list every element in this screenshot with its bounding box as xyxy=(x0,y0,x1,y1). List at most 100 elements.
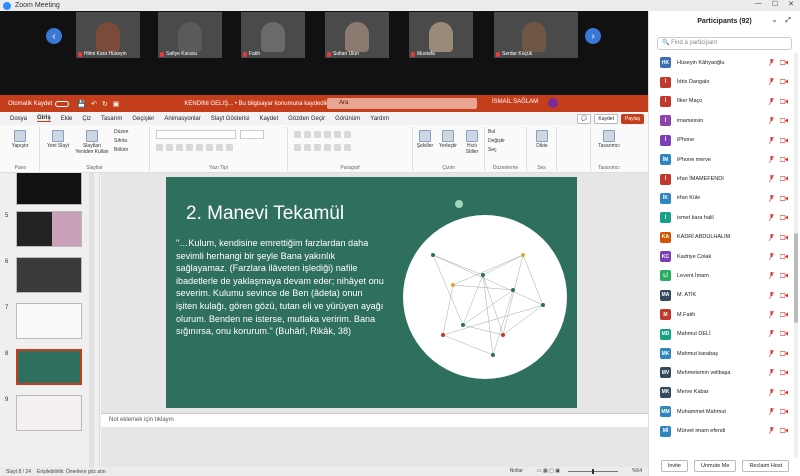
tab-slayt-gosterisi[interactable]: Slayt Gösterisi xyxy=(211,116,250,122)
video-tile-1[interactable]: Hilmi Kara Hüseyin xyxy=(76,12,140,58)
layout-button[interactable]: Düzen xyxy=(114,129,128,135)
list-item[interactable]: İ İdris Dangalo xyxy=(649,72,800,91)
autosave-toggle[interactable] xyxy=(55,100,70,107)
muted-mic-icon[interactable] xyxy=(769,388,774,396)
slide-body[interactable]: "…Kulum, kendisine emrettiğim farzlardan… xyxy=(176,237,386,338)
list-item[interactable]: İK irfan Küle xyxy=(649,189,800,208)
muted-mic-icon[interactable] xyxy=(769,214,774,222)
thumbnail-scrollbar[interactable] xyxy=(89,173,94,467)
reset-button[interactable]: Sıfırla xyxy=(114,138,127,144)
align-buttons[interactable] xyxy=(294,144,351,151)
tab-gozden-gecir[interactable]: Gözden Geçir xyxy=(288,116,325,122)
slide-thumbnail[interactable] xyxy=(16,173,82,205)
list-item[interactable]: İirfan İMAMEFENDI xyxy=(649,169,800,188)
list-item[interactable]: İismet kara halil xyxy=(649,208,800,227)
video-off-icon[interactable] xyxy=(780,389,788,395)
font-format-buttons[interactable] xyxy=(156,144,233,151)
muted-mic-icon[interactable] xyxy=(769,117,774,125)
list-item[interactable]: KC Kadriye Colak xyxy=(649,247,800,266)
video-off-icon[interactable] xyxy=(780,118,788,123)
slide-thumbnail[interactable] xyxy=(16,211,82,247)
list-item[interactable]: MD Mahmut DELİ xyxy=(649,324,800,343)
list-item[interactable]: M M.Fatih xyxy=(649,305,800,324)
list-item[interactable]: Mİ Mürvet imam efendi xyxy=(649,421,800,440)
muted-mic-icon[interactable] xyxy=(769,369,774,377)
muted-mic-icon[interactable] xyxy=(769,78,774,86)
close-icon[interactable]: ✕ xyxy=(788,0,794,8)
find-button[interactable]: Bul xyxy=(488,129,495,135)
tab-yardim[interactable]: Yardım xyxy=(370,116,389,122)
video-off-icon[interactable] xyxy=(780,273,788,279)
list-item[interactable]: HK Hüseyin Kâhyaoğlu xyxy=(649,53,800,72)
maximize-icon[interactable]: ☐ xyxy=(772,0,778,8)
tab-kaydet[interactable]: Kaydet xyxy=(259,116,278,122)
video-off-icon[interactable] xyxy=(780,254,788,259)
muted-mic-icon[interactable] xyxy=(769,59,774,66)
video-tile-5[interactable]: Mustafa xyxy=(409,12,473,58)
list-item[interactable]: İ İlker Maço xyxy=(649,92,800,111)
list-item[interactable]: MA M. ATİK xyxy=(649,286,800,305)
panel-controls[interactable]: ⌄ ⤢ xyxy=(772,16,794,25)
designer-button[interactable]: Tasarımcı xyxy=(597,130,621,149)
section-button[interactable]: Bölüm xyxy=(114,147,128,153)
tab-ekle[interactable]: Ekle xyxy=(61,116,73,122)
search-input[interactable]: Ara xyxy=(327,98,477,109)
comments-button[interactable]: 💬 xyxy=(577,114,592,124)
prev-page-arrow-icon[interactable]: ‹ xyxy=(46,28,62,44)
new-slide-button[interactable]: Yeni Slayt xyxy=(46,130,70,149)
video-off-icon[interactable] xyxy=(780,370,788,376)
video-off-icon[interactable] xyxy=(780,176,788,182)
video-off-icon[interactable] xyxy=(780,409,788,414)
view-buttons[interactable]: ▭ ▦ ▢ ▣ xyxy=(537,468,560,474)
video-off-icon[interactable] xyxy=(780,331,788,337)
muted-mic-icon[interactable] xyxy=(769,291,774,299)
list-item[interactable]: MK Merve Kabar xyxy=(649,383,800,402)
muted-mic-icon[interactable] xyxy=(769,155,774,163)
slide-title[interactable]: 2. Manevi Tekamül xyxy=(186,203,344,225)
video-off-icon[interactable] xyxy=(780,312,788,317)
next-page-arrow-icon[interactable]: › xyxy=(585,28,601,44)
slide-thumbnail[interactable] xyxy=(16,303,82,339)
select-button[interactable]: Seç xyxy=(488,147,497,153)
document-title[interactable]: KENDINI GELIŞ... • Bu bilgisayar konumun… xyxy=(184,101,331,107)
accessibility-status[interactable]: Erişilebilirlik: Önerilere göz atın xyxy=(37,469,106,475)
list-item[interactable]: MK Mahmut karabaş xyxy=(649,344,800,363)
tab-gecisler[interactable]: Geçişler xyxy=(132,116,154,122)
video-tile-2[interactable]: Safiye Karasu xyxy=(158,12,222,58)
tab-ciz[interactable]: Çiz xyxy=(82,116,91,122)
list-item[interactable]: İimamessin xyxy=(649,111,800,130)
arrange-button[interactable]: Yerleştir xyxy=(437,130,459,149)
video-tile-3[interactable]: Fatih xyxy=(241,12,305,58)
quick-access-icons[interactable]: 💾↶↻▣ xyxy=(77,100,124,108)
list-item[interactable]: MM Muhammet Mahmut xyxy=(649,402,800,421)
video-off-icon[interactable] xyxy=(780,157,788,162)
dictate-button[interactable]: Dikte xyxy=(531,130,553,149)
shapes-button[interactable]: Şekiller xyxy=(415,130,435,149)
participant-scrollbar[interactable] xyxy=(794,53,798,458)
muted-mic-icon[interactable] xyxy=(769,349,774,357)
share-button[interactable]: Paylaş xyxy=(620,114,644,124)
video-off-icon[interactable] xyxy=(780,137,788,143)
video-off-icon[interactable] xyxy=(780,79,788,85)
list-item[interactable]: İM iPhone merve xyxy=(649,150,800,169)
current-slide[interactable]: 2. Manevi Tekamül "…Kulum, kendisine emr… xyxy=(166,177,577,408)
unmute-me-button[interactable]: Unmute Me xyxy=(694,460,737,472)
video-off-icon[interactable] xyxy=(780,292,788,298)
reclaim-host-button[interactable]: Reclaim Host xyxy=(742,460,790,472)
video-off-icon[interactable] xyxy=(780,234,788,240)
zoom-slider[interactable] xyxy=(567,468,618,474)
tab-dosya[interactable]: Dosya xyxy=(10,116,27,122)
user-name[interactable]: İSMAİL SAĞLAM xyxy=(492,99,538,105)
invite-button[interactable]: Invite xyxy=(660,460,688,472)
slide-thumbnail-selected[interactable] xyxy=(16,349,82,385)
list-item[interactable]: KA KADRİ ABDULHALIM xyxy=(649,228,800,247)
muted-mic-icon[interactable] xyxy=(769,427,774,435)
video-off-icon[interactable] xyxy=(780,195,788,201)
scrollbar-thumb[interactable] xyxy=(794,233,798,323)
muted-mic-icon[interactable] xyxy=(769,252,774,260)
video-off-icon[interactable] xyxy=(780,60,788,65)
list-item[interactable]: Lİ Levent İmam xyxy=(649,266,800,285)
video-tile-6[interactable]: Serdar Küçük xyxy=(494,12,578,58)
list-item[interactable]: İiPhone xyxy=(649,131,800,150)
muted-mic-icon[interactable] xyxy=(769,311,774,319)
